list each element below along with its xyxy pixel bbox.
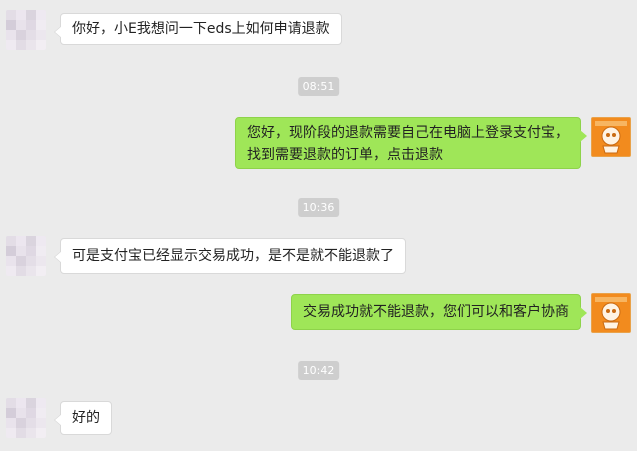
timestamp: 10:36	[297, 198, 340, 217]
customer-avatar[interactable]	[6, 236, 46, 276]
agent-robot-avatar[interactable]	[591, 293, 631, 333]
customer-avatar[interactable]	[6, 10, 46, 50]
message-text: 你好，小E我想问一下eds上如何申请退款	[72, 21, 330, 37]
robot-icon	[592, 294, 630, 332]
message-bubble-incoming[interactable]: 好的	[54, 401, 112, 435]
message-text: 交易成功就不能退款，您们可以和客户协商	[303, 304, 569, 320]
message-text-line: 您好，现阶段的退款需要自己在电脑上登录支付宝，	[247, 125, 569, 141]
customer-avatar[interactable]	[6, 398, 46, 438]
message-bubble-outgoing[interactable]: 交易成功就不能退款，您们可以和客户协商	[291, 294, 587, 330]
agent-robot-avatar[interactable]	[591, 117, 631, 157]
message-text: 可是支付宝已经显示交易成功，是不是就不能退款了	[72, 248, 394, 264]
message-text-line: 找到需要退款的订单，点击退款	[247, 147, 443, 163]
message-bubble-outgoing[interactable]: 您好，现阶段的退款需要自己在电脑上登录支付宝， 找到需要退款的订单，点击退款	[235, 117, 587, 169]
message-bubble-incoming[interactable]: 可是支付宝已经显示交易成功，是不是就不能退款了	[54, 238, 406, 274]
robot-icon	[592, 118, 630, 156]
message-bubble-incoming[interactable]: 你好，小E我想问一下eds上如何申请退款	[54, 13, 342, 45]
timestamp: 10:42	[297, 361, 340, 380]
message-text: 好的	[72, 410, 100, 426]
timestamp: 08:51	[297, 77, 340, 96]
